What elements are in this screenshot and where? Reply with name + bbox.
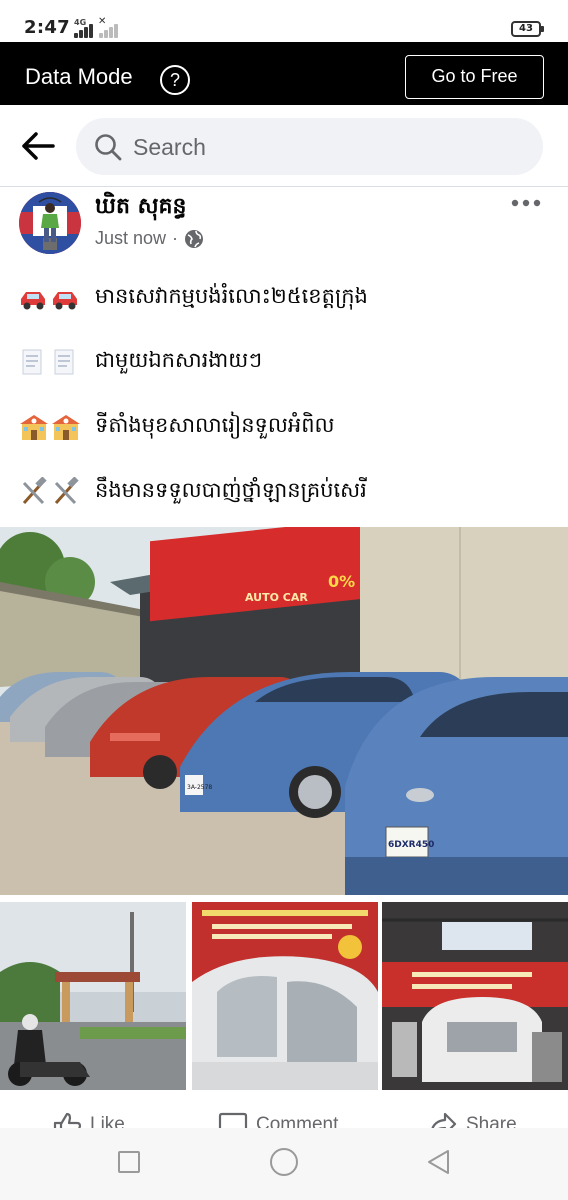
post-line: ជាមួយឯកសារងាយៗ	[19, 342, 262, 382]
post-line-text: នឹងមានទទួលបាញ់ថ្នាំឡានគ្រប់សេរី	[95, 477, 367, 502]
more-options-icon[interactable]	[511, 196, 541, 210]
sign-text: AUTO CAR	[245, 591, 308, 604]
post-actions: Like Comment Share	[0, 1092, 568, 1132]
post-line-text: ជាមួយឯកសារងាយៗ	[95, 347, 263, 372]
post-line: មានសេវាកម្មបង់រំលោះ២៥ខេត្តក្រុង	[19, 278, 368, 318]
post-line-text: មានសេវាកម្មបង់រំលោះ២៥ខេត្តក្រុង	[95, 283, 368, 308]
sign-promo: 0%	[328, 572, 355, 591]
post-meta: Just now ·	[95, 228, 204, 249]
meta-separator: ·	[172, 228, 179, 248]
battery-level: 43	[519, 23, 533, 34]
globe-icon	[185, 229, 204, 248]
plate-second: 3A-2578	[187, 784, 212, 791]
status-time: 2:47	[24, 17, 70, 38]
car-emoji-icon	[21, 292, 77, 310]
avatar[interactable]	[19, 192, 81, 254]
data-mode-banner: Data Mode ? Go to Free	[0, 42, 568, 105]
data-mode-label: Data Mode	[25, 64, 133, 89]
recent-apps-icon[interactable]	[118, 1151, 140, 1173]
author-name[interactable]: ឃិត សុគន្ធ	[95, 192, 186, 224]
post-line: ទីតាំងមុខសាលារៀនទួលអំពិល	[19, 407, 335, 447]
search-icon	[95, 134, 122, 161]
go-to-free-button[interactable]: Go to Free	[405, 55, 544, 99]
photo-thumbnail[interactable]	[0, 902, 186, 1090]
search-input[interactable]	[133, 132, 513, 162]
main-post-photo[interactable]: AUTO CAR 0% 3A-2578 6DXR450	[0, 527, 568, 895]
post-time[interactable]: Just now	[95, 228, 166, 249]
signal-icon: 4G ✕	[74, 16, 120, 38]
search-box[interactable]	[76, 118, 543, 175]
school-emoji-icon	[20, 415, 80, 440]
system-nav-bar	[0, 1128, 568, 1200]
nav-back-icon[interactable]	[425, 1148, 451, 1176]
home-icon[interactable]	[270, 1148, 298, 1176]
plate-front: 6DXR450	[388, 840, 434, 850]
photo-thumbnail[interactable]	[192, 902, 378, 1090]
back-arrow-icon[interactable]	[20, 130, 56, 162]
tools-emoji-icon	[22, 477, 79, 505]
battery-icon: 43	[511, 21, 541, 37]
post-line: នឹងមានទទួលបាញ់ថ្នាំឡានគ្រប់សេរី	[19, 472, 367, 512]
help-icon[interactable]: ?	[160, 65, 190, 95]
photo-thumbnail[interactable]	[382, 902, 568, 1090]
document-emoji-icon	[22, 349, 74, 375]
post-line-text: ទីតាំងមុខសាលារៀនទួលអំពិល	[95, 412, 335, 437]
status-bar: 2:47 4G ✕ 43	[0, 0, 568, 42]
search-header	[0, 105, 568, 187]
